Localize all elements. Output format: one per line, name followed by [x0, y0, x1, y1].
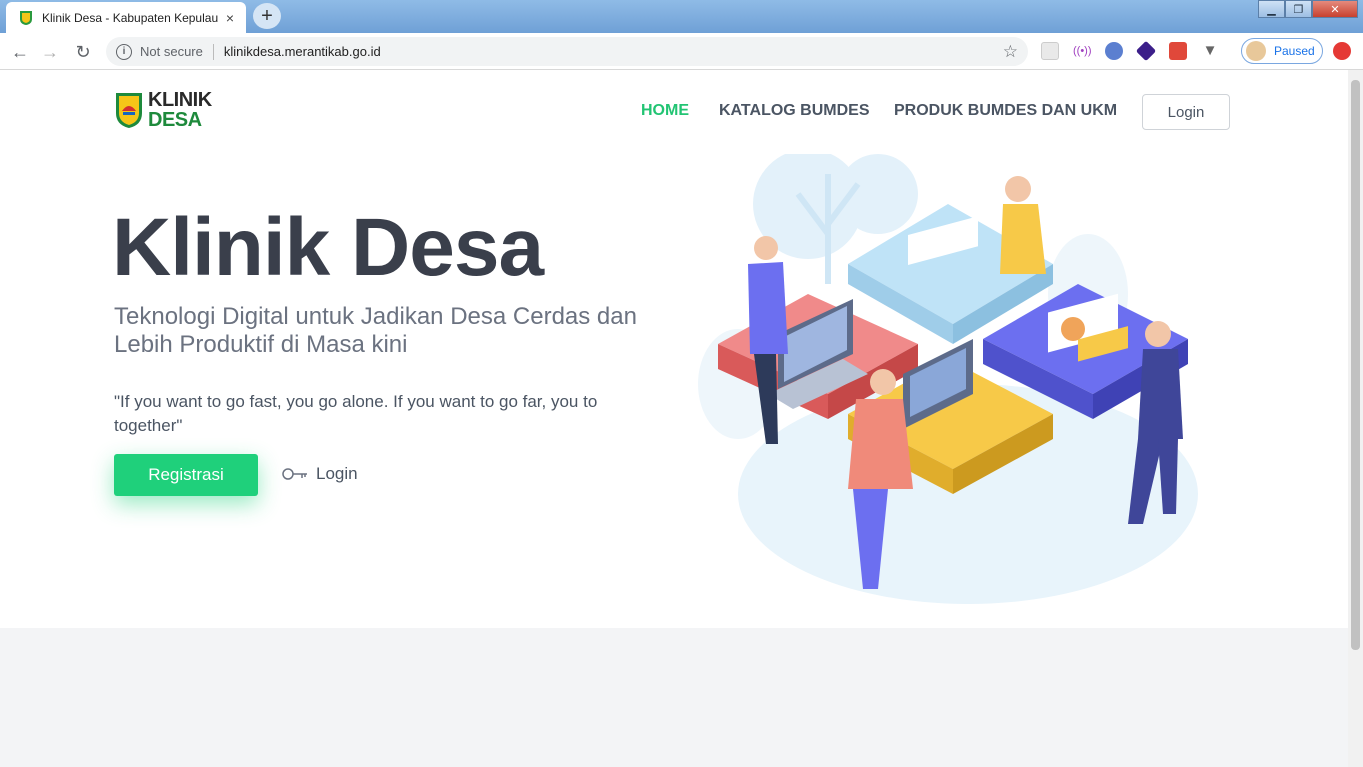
hero-login-label: Login [316, 464, 358, 483]
hero-subtitle: Teknologi Digital untuk Jadikan Desa Cer… [114, 303, 637, 358]
omnibox-divider [212, 43, 214, 60]
web-page: KLINIK DESA HOME KATALOG BUMDES PRODUK B… [0, 70, 1348, 767]
star-icon[interactable]: ☆ [1003, 42, 1018, 62]
extension-v-icon[interactable]: ▼ [1201, 42, 1219, 60]
browser-tab[interactable]: Klinik Desa - Kabupaten Kepulau × [6, 2, 246, 33]
key-icon [282, 468, 307, 480]
security-label[interactable]: Not secure [140, 44, 203, 59]
hero-illustration [698, 154, 1198, 604]
new-tab-button[interactable]: + [253, 3, 281, 29]
update-icon[interactable] [1333, 42, 1351, 60]
window-controls: ▁ ❐ ✕ [1258, 0, 1358, 18]
scrollbar-thumb[interactable] [1351, 80, 1360, 650]
site-favicon-icon [20, 10, 32, 25]
url-text[interactable]: klinikdesa.merantikab.go.id [224, 44, 1003, 59]
footer-band [0, 628, 1348, 767]
close-window-button[interactable]: ✕ [1312, 0, 1358, 18]
logo-text-desa: DESA [148, 109, 202, 131]
nav-produk-bumdes-ukm[interactable]: PRODUK BUMDES DAN UKM [894, 102, 1117, 120]
tab-title: Klinik Desa - Kabupaten Kepulau [42, 10, 219, 25]
address-bar[interactable]: i Not secure klinikdesa.merantikab.go.id… [106, 37, 1028, 66]
avatar [1246, 41, 1266, 61]
extension-grid-icon[interactable] [1041, 42, 1059, 60]
hero-login-link[interactable]: Login [282, 464, 358, 484]
back-arrow-icon[interactable]: ← [8, 40, 32, 64]
shield-logo-icon [116, 93, 142, 128]
logo-text-klinik: KLINIK [148, 89, 212, 111]
maximize-button[interactable]: ❐ [1285, 0, 1312, 18]
extension-broadcast-icon[interactable]: ((•)) [1073, 42, 1092, 60]
register-button[interactable]: Registrasi [114, 454, 258, 496]
tab-close-icon[interactable]: × [222, 10, 238, 26]
browser-toolbar: ← → ↻ i Not secure klinikdesa.merantikab… [0, 33, 1363, 70]
profile-status-label: Paused [1274, 44, 1315, 58]
profile-button[interactable]: Paused [1241, 38, 1323, 64]
page-scrollbar[interactable] [1348, 70, 1363, 767]
forward-arrow-icon[interactable]: → [38, 40, 62, 64]
extension-red-icon[interactable] [1169, 42, 1187, 60]
reload-icon[interactable]: ↻ [71, 40, 95, 64]
extension-circle-icon[interactable] [1105, 42, 1123, 60]
hero-title: Klinik Desa [112, 202, 544, 293]
header-login-button[interactable]: Login [1142, 94, 1230, 130]
nav-home[interactable]: HOME [641, 102, 689, 120]
minimize-button[interactable]: ▁ [1258, 0, 1285, 18]
browser-titlebar: Klinik Desa - Kabupaten Kepulau × + ▁ ❐ … [0, 0, 1363, 33]
extension-badge-icon[interactable] [1135, 40, 1157, 62]
site-logo[interactable]: KLINIK DESA [114, 90, 212, 130]
nav-katalog-bumdes[interactable]: KATALOG BUMDES [719, 102, 870, 120]
info-icon[interactable]: i [116, 43, 132, 60]
hero-quote: "If you want to go fast, you go alone. I… [114, 392, 598, 435]
